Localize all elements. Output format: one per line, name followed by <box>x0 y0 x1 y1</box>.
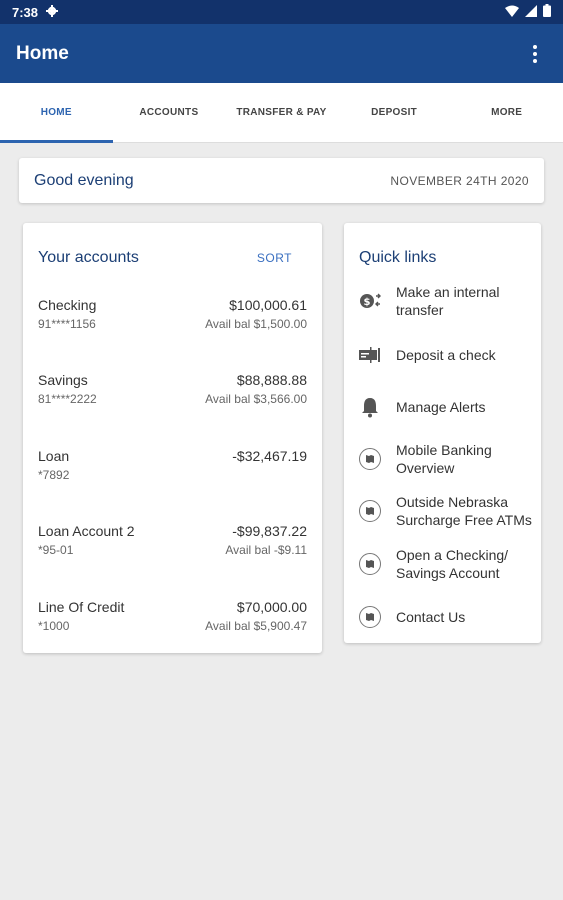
battery-icon <box>543 4 551 20</box>
quick-link-label-line2: Surcharge Free ATMs <box>396 512 532 528</box>
account-available-balance: Avail bal $5,900.47 <box>205 619 307 633</box>
tab-more[interactable]: MORE <box>450 83 563 142</box>
bell-icon <box>358 395 382 419</box>
account-row-loan-account-2[interactable]: Loan Account 2 *95-01 -$99,837.22 Avail … <box>38 523 307 563</box>
account-number: *95-01 <box>38 543 74 557</box>
signal-icon <box>525 4 537 20</box>
account-balance: -$32,467.19 <box>232 448 307 464</box>
quick-link-label: Outside Nebraska <box>396 494 509 510</box>
quick-link-label: Open a Checking/ <box>396 547 509 563</box>
quick-link-internal-transfer[interactable]: $ Make an internal transfer <box>358 283 541 319</box>
map-link-icon <box>358 605 382 629</box>
greeting-card: Good evening NOVEMBER 24TH 2020 <box>19 158 544 203</box>
quick-link-label: Contact Us <box>396 609 466 625</box>
account-balance: $88,888.88 <box>236 372 307 388</box>
quick-link-deposit-check[interactable]: Deposit a check <box>358 343 541 367</box>
account-balance: -$99,837.22 <box>232 523 307 539</box>
status-bar: 7:38 <box>0 0 563 24</box>
quick-link-mobile-banking-overview[interactable]: Mobile Banking Overview <box>358 441 541 477</box>
quick-link-label-line2: transfer <box>396 302 444 318</box>
tab-deposit[interactable]: DEPOSIT <box>338 83 451 142</box>
quick-link-contact-us[interactable]: Contact Us <box>358 605 541 629</box>
map-link-icon <box>358 447 382 471</box>
quick-link-label: Manage Alerts <box>396 399 486 415</box>
account-balance: $70,000.00 <box>236 599 307 615</box>
quick-link-label-line2: Savings Account <box>396 565 500 581</box>
wifi-icon <box>505 5 519 20</box>
account-row-checking[interactable]: Checking 91****1156 $100,000.61 Avail ba… <box>38 297 307 337</box>
greeting-text: Good evening <box>34 171 134 189</box>
greeting-date: NOVEMBER 24TH 2020 <box>390 173 529 188</box>
account-number: *1000 <box>38 619 70 633</box>
account-name: Checking <box>38 297 97 313</box>
account-available-balance: Avail bal $1,500.00 <box>205 317 307 331</box>
account-row-savings[interactable]: Savings 81****2222 $88,888.88 Avail bal … <box>38 372 307 412</box>
quick-link-label: Mobile Banking <box>396 442 492 458</box>
account-row-loan[interactable]: Loan *7892 -$32,467.19 <box>38 448 307 488</box>
tab-bar: HOME ACCOUNTS TRANSFER & PAY DEPOSIT MOR… <box>0 83 563 143</box>
account-name: Loan Account 2 <box>38 523 135 539</box>
tab-accounts[interactable]: ACCOUNTS <box>113 83 226 142</box>
quick-link-label: Deposit a check <box>396 347 496 363</box>
check-deposit-icon <box>358 343 382 367</box>
accounts-title: Your accounts <box>38 249 139 266</box>
account-number: 91****1156 <box>38 317 96 331</box>
transfer-money-icon: $ <box>358 289 382 313</box>
sort-button[interactable]: SORT <box>257 251 292 265</box>
quick-link-surcharge-free-atms[interactable]: Outside Nebraska Surcharge Free ATMs <box>358 493 541 529</box>
page-title: Home <box>16 42 69 64</box>
quick-links-card: Quick links $ Make an internal transfer D… <box>344 223 541 643</box>
svg-text:$: $ <box>364 297 371 308</box>
quick-link-label-line2: Overview <box>396 460 455 476</box>
map-link-icon <box>358 552 382 576</box>
quick-link-manage-alerts[interactable]: Manage Alerts <box>358 395 541 419</box>
quick-links-title: Quick links <box>359 249 437 266</box>
account-number: *7892 <box>38 468 70 482</box>
quick-link-label: Make an internal <box>396 284 500 300</box>
account-available-balance: Avail bal -$9.11 <box>225 543 307 557</box>
account-name: Savings <box>38 372 88 388</box>
account-name: Loan <box>38 448 70 464</box>
status-time: 7:38 <box>12 4 39 20</box>
map-link-icon <box>358 499 382 523</box>
tab-transfer-pay[interactable]: TRANSFER & PAY <box>225 83 338 142</box>
quick-link-open-account[interactable]: Open a Checking/Savings Account <box>358 546 541 582</box>
app-bar: Home <box>0 24 563 83</box>
account-name: Line Of Credit <box>38 599 125 615</box>
account-row-line-of-credit[interactable]: Line Of Credit *1000 $70,000.00 Avail ba… <box>38 599 307 639</box>
account-balance: $100,000.61 <box>229 297 307 313</box>
overflow-menu-icon[interactable] <box>523 38 547 70</box>
account-number: 81****2222 <box>38 392 97 406</box>
tab-home[interactable]: HOME <box>0 83 113 143</box>
gear-icon <box>46 4 59 20</box>
account-available-balance: Avail bal $3,566.00 <box>205 392 307 406</box>
accounts-card: Your accounts SORT Checking 91****1156 $… <box>23 223 322 653</box>
